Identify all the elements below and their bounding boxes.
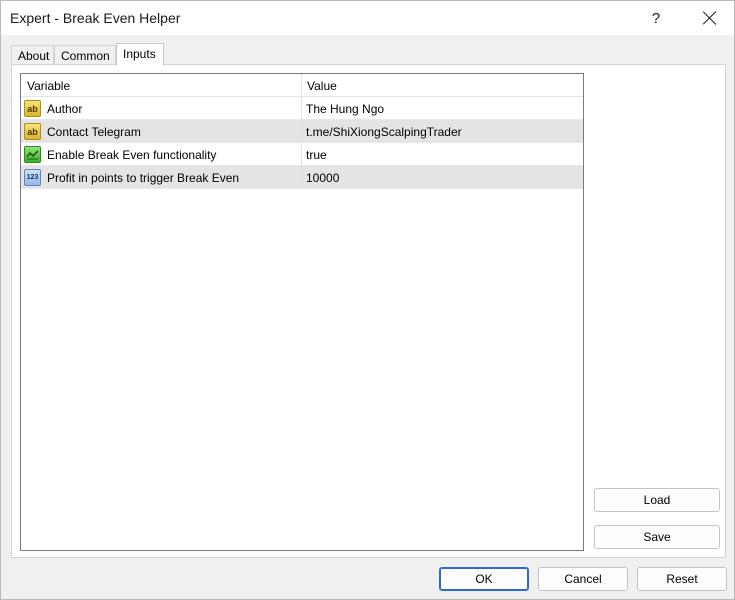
string-ab-icon: ab — [24, 100, 41, 117]
table-row-enable-break-even[interactable]: Enable Break Even functionality true — [21, 143, 583, 166]
variable-name: Enable Break Even functionality — [47, 148, 217, 162]
grid-header: Variable Value — [21, 74, 583, 97]
table-row-contact-telegram[interactable]: ab Contact Telegram t.me/ShiXiongScalpin… — [21, 120, 583, 143]
variable-value[interactable]: 10000 — [306, 171, 339, 185]
table-row-author[interactable]: ab Author The Hung Ngo — [21, 97, 583, 120]
close-button[interactable] — [687, 1, 733, 35]
boolean-icon — [24, 146, 41, 163]
title-bar[interactable]: Expert - Break Even Helper ? — [1, 1, 734, 35]
close-icon — [703, 11, 717, 25]
window-title: Expert - Break Even Helper — [10, 10, 181, 26]
inputs-grid: Variable Value ab Author The Hung Ngo ab… — [20, 73, 584, 551]
help-button[interactable]: ? — [633, 1, 679, 35]
cell-separator — [301, 120, 302, 143]
string-ab-icon: ab — [24, 123, 41, 140]
tab-about[interactable]: About — [11, 45, 54, 65]
expert-dialog: Expert - Break Even Helper ? About Commo… — [0, 0, 735, 600]
cancel-button[interactable]: Cancel — [538, 567, 628, 591]
variable-name: Contact Telegram — [47, 125, 141, 139]
load-button[interactable]: Load — [594, 488, 720, 512]
reset-button[interactable]: Reset — [637, 567, 727, 591]
ok-button[interactable]: OK — [439, 567, 529, 591]
column-header-variable[interactable]: Variable — [27, 79, 70, 93]
column-header-value[interactable]: Value — [307, 79, 337, 93]
variable-name: Author — [47, 102, 83, 116]
variable-value[interactable]: t.me/ShiXiongScalpingTrader — [306, 125, 462, 139]
tab-common[interactable]: Common — [54, 45, 116, 65]
variable-value[interactable]: The Hung Ngo — [306, 102, 384, 116]
save-button[interactable]: Save — [594, 525, 720, 549]
table-row-profit-points[interactable]: 123 Profit in points to trigger Break Ev… — [21, 166, 583, 189]
variable-value[interactable]: true — [306, 148, 327, 162]
number-123-icon: 123 — [24, 169, 41, 186]
column-separator[interactable] — [301, 74, 302, 97]
cell-separator — [301, 97, 302, 120]
cell-separator — [301, 143, 302, 166]
tab-inputs[interactable]: Inputs — [116, 43, 164, 66]
variable-name: Profit in points to trigger Break Even — [47, 171, 240, 185]
help-icon: ? — [651, 9, 661, 27]
cell-separator — [301, 166, 302, 189]
checkmark-graph-icon — [26, 150, 39, 160]
